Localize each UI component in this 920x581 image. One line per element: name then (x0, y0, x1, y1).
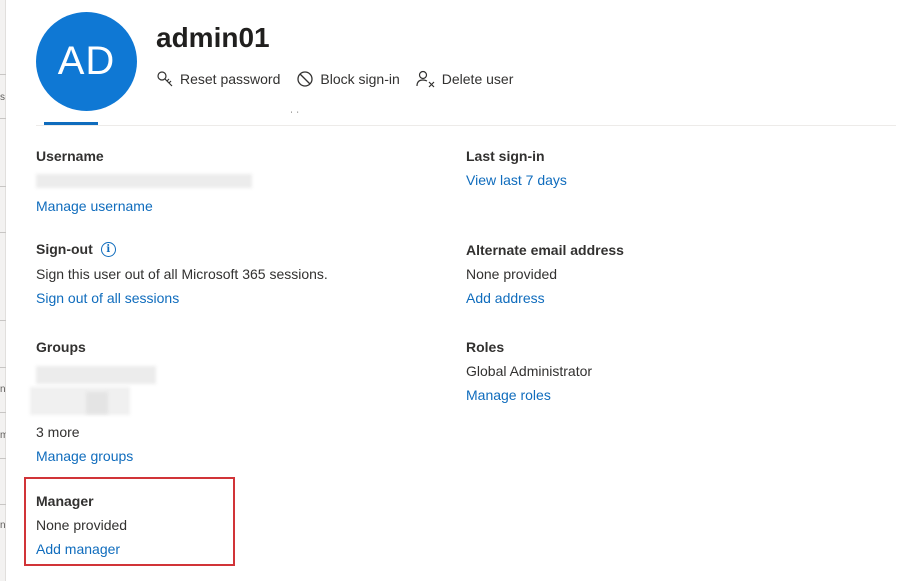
manage-roles-link[interactable]: Manage roles (466, 387, 592, 403)
roles-value: Global Administrator (466, 363, 593, 379)
left-pane-fragment: n (0, 384, 6, 395)
tab-divider (36, 125, 896, 126)
add-manager-link[interactable]: Add manager (36, 541, 127, 557)
delete-user-button[interactable]: Delete user (416, 70, 514, 88)
avatar: AD (36, 12, 137, 111)
sign-out-section: Sign-out i Sign this user out of all Mic… (36, 241, 328, 306)
roles-label: Roles (466, 339, 505, 355)
view-last-7-days-link[interactable]: View last 7 days (466, 172, 567, 188)
username-label: Username (36, 148, 104, 164)
manage-groups-link[interactable]: Manage groups (36, 448, 133, 464)
roles-section: Roles Global Administrator Manage roles (466, 339, 592, 403)
manager-section: Manager None provided Add manager (36, 493, 127, 557)
sign-out-description: Sign this user out of all Microsoft 365 … (36, 266, 328, 282)
left-pane-fragment: m (0, 430, 6, 441)
manager-value: None provided (36, 517, 128, 533)
delete-person-icon (416, 70, 435, 88)
sign-out-label-row: Sign-out i (36, 241, 328, 257)
page-title: admin01 (156, 22, 270, 53)
block-sign-in-button[interactable]: Block sign-in (296, 70, 400, 88)
manage-username-link[interactable]: Manage username (36, 198, 153, 214)
tab-strip-fragment: ˌ ˌ (290, 103, 300, 114)
redacted-username (36, 174, 252, 188)
key-icon (157, 71, 173, 87)
alternate-email-label: Alternate email address (466, 242, 624, 258)
block-icon (297, 71, 314, 87)
last-sign-in-section: Last sign-in View last 7 days (466, 148, 567, 188)
sign-out-all-sessions-link[interactable]: Sign out of all sessions (36, 290, 328, 306)
info-icon[interactable]: i (100, 241, 116, 257)
reset-password-button[interactable]: Reset password (156, 70, 280, 88)
delete-user-label: Delete user (441, 71, 514, 87)
action-bar: Reset password Block sign-in Delete user (156, 70, 529, 88)
username-section: Username (36, 148, 104, 164)
add-address-link[interactable]: Add address (466, 290, 624, 306)
block-sign-in-label: Block sign-in (320, 71, 400, 87)
redacted-group (30, 387, 130, 415)
left-pane-edge: s n m n (0, 0, 6, 581)
groups-section: Groups (36, 339, 86, 355)
alternate-email-value: None provided (466, 266, 558, 282)
last-sign-in-label: Last sign-in (466, 148, 545, 164)
manager-label: Manager (36, 493, 94, 509)
alternate-email-section: Alternate email address None provided Ad… (466, 242, 624, 306)
left-pane-fragment: s (0, 92, 5, 103)
redacted-group (36, 366, 156, 384)
reset-password-label: Reset password (180, 71, 281, 87)
redacted-group (86, 392, 108, 414)
sign-out-label: Sign-out (36, 241, 93, 257)
groups-more-count: 3 more (36, 424, 80, 440)
left-pane-fragment: n (0, 520, 6, 531)
groups-label: Groups (36, 339, 86, 355)
